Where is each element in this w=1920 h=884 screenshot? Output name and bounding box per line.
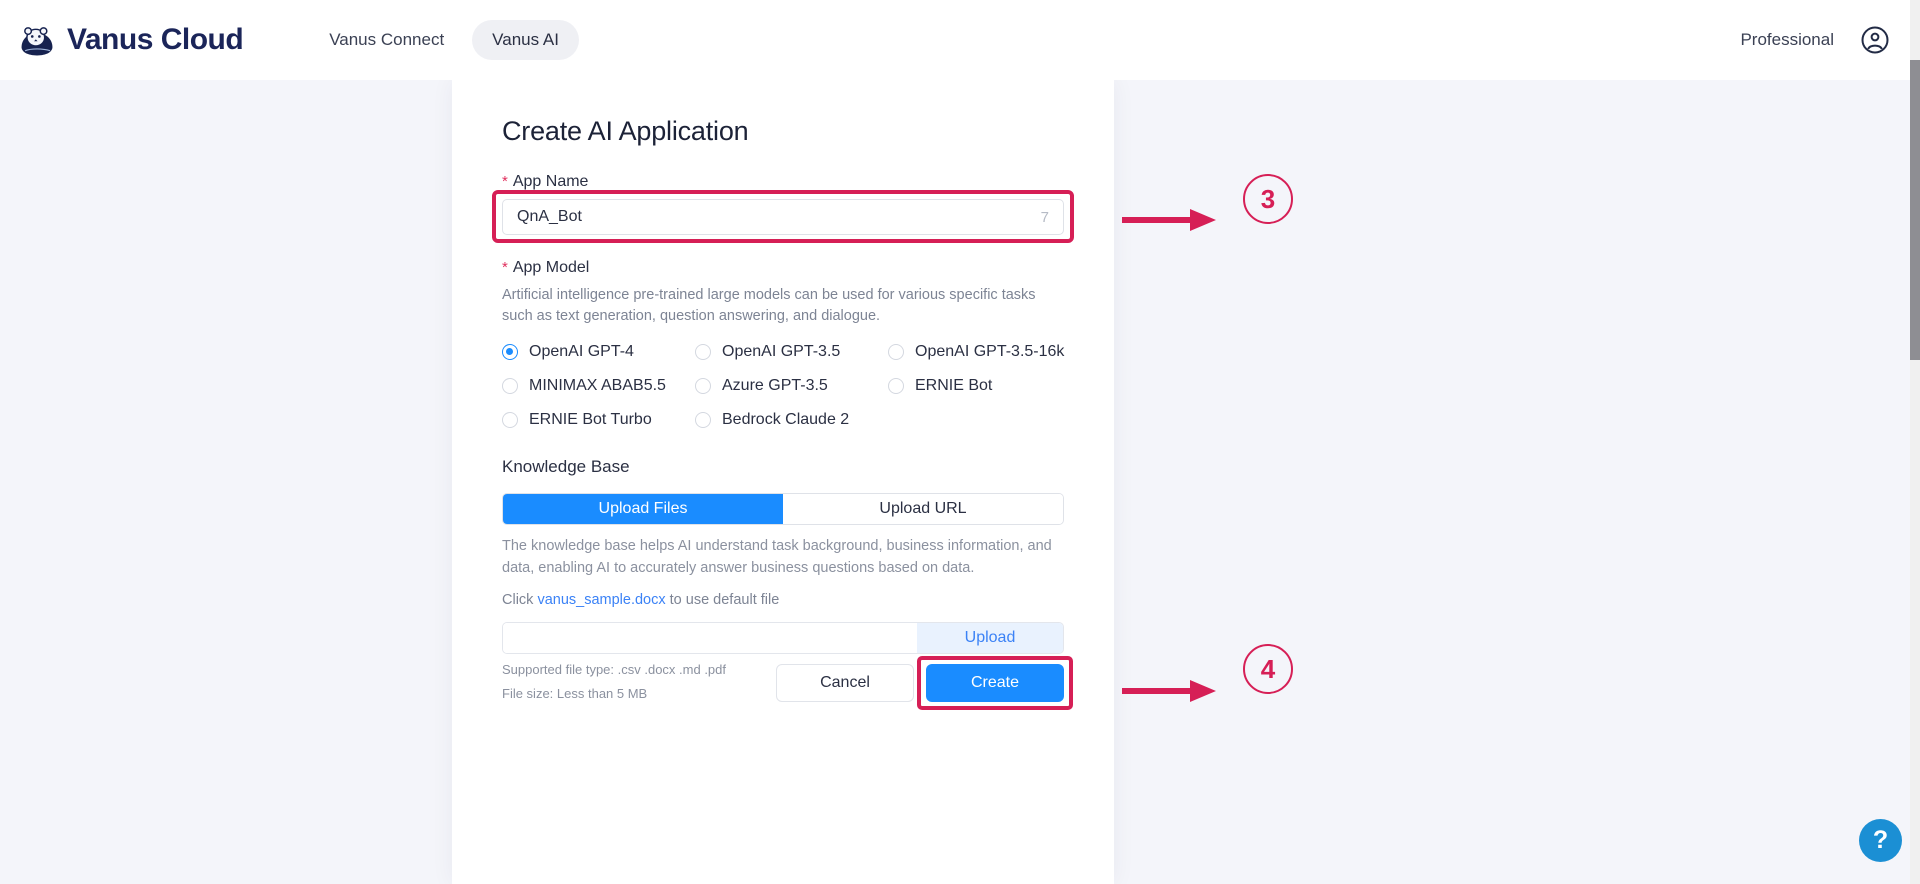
- app-name-value: QnA_Bot: [517, 208, 582, 225]
- tab-upload-url[interactable]: Upload URL: [783, 494, 1063, 525]
- radio-label: MINIMAX ABAB5.5: [529, 377, 666, 395]
- upload-button[interactable]: Upload: [917, 622, 1063, 653]
- brand[interactable]: Vanus Cloud: [18, 21, 244, 59]
- app-name-field-wrap: QnA_Bot 7: [492, 190, 1074, 243]
- app-name-char-counter: 7: [1040, 208, 1049, 226]
- upload-row: Upload: [502, 621, 1064, 654]
- create-button-wrap: Create: [917, 656, 1073, 710]
- radio-label: Azure GPT-3.5: [722, 377, 828, 395]
- user-circle-icon[interactable]: [1860, 25, 1890, 55]
- create-ai-application-card: Create AI Application * App Name QnA_Bot…: [452, 80, 1114, 884]
- radio-indicator-icon: [695, 378, 711, 395]
- header-right: Professional: [1740, 25, 1890, 55]
- page-title: Create AI Application: [502, 116, 749, 146]
- radio-label: Bedrock Claude 2: [722, 411, 850, 429]
- main-nav: Vanus Connect Vanus AI: [309, 20, 579, 60]
- nav-item-vanus-ai[interactable]: Vanus AI: [472, 20, 579, 60]
- radio-indicator-icon: [502, 378, 518, 395]
- radio-label: ERNIE Bot Turbo: [529, 411, 652, 429]
- radio-indicator-icon: [695, 412, 711, 429]
- radio-label: OpenAI GPT-4: [529, 343, 634, 361]
- plan-label: Professional: [1740, 30, 1834, 49]
- app-name-label-text: App Name: [512, 173, 589, 190]
- knowledge-base-tabs: Upload Files Upload URL: [502, 493, 1064, 526]
- app-model-label-text: App Model: [512, 259, 590, 276]
- app-name-label: * App Name: [502, 173, 1064, 191]
- upload-file-input[interactable]: [503, 622, 917, 653]
- sample-file-link[interactable]: vanus_sample.docx: [537, 592, 665, 608]
- radio-azure-gpt-3-5[interactable]: Azure GPT-3.5: [695, 377, 888, 395]
- annotation-arrow-4-icon: [1122, 680, 1216, 702]
- radio-indicator-icon: [502, 344, 518, 361]
- radio-label: OpenAI GPT-3.5: [722, 343, 841, 361]
- radio-ernie-bot[interactable]: ERNIE Bot: [888, 377, 1064, 395]
- knowledge-base-label: Knowledge Base: [502, 457, 630, 477]
- form-actions: Cancel Create: [452, 656, 1114, 710]
- radio-indicator-icon: [888, 344, 904, 361]
- required-marker: *: [502, 259, 508, 276]
- radio-indicator-icon: [695, 344, 711, 361]
- radio-ernie-bot-turbo[interactable]: ERNIE Bot Turbo: [502, 411, 695, 429]
- annotation-step-4-badge: 4: [1243, 644, 1293, 694]
- brand-name: Vanus Cloud: [67, 23, 244, 56]
- vanus-otter-logo-icon: [21, 27, 53, 56]
- tab-upload-files[interactable]: Upload Files: [503, 494, 783, 525]
- knowledge-base-description: The knowledge base helps AI understand t…: [502, 538, 1052, 576]
- nav-item-vanus-connect[interactable]: Vanus Connect: [309, 20, 464, 60]
- radio-indicator-icon: [888, 378, 904, 395]
- required-marker: *: [502, 173, 508, 190]
- help-button[interactable]: ?: [1859, 819, 1902, 862]
- radio-bedrock-claude-2[interactable]: Bedrock Claude 2: [695, 411, 888, 429]
- cancel-button[interactable]: Cancel: [776, 664, 914, 702]
- app-model-radio-group: OpenAI GPT-4 OpenAI GPT-3.5 OpenAI GPT-3…: [502, 343, 1064, 429]
- scrollbar-thumb[interactable]: [1910, 60, 1920, 360]
- app-name-input[interactable]: QnA_Bot 7: [502, 199, 1064, 235]
- annotation-step-3-badge: 3: [1243, 174, 1293, 224]
- grid-filler: [888, 411, 1064, 429]
- radio-label: ERNIE Bot: [915, 377, 993, 395]
- radio-minimax-abab5-5[interactable]: MINIMAX ABAB5.5: [502, 377, 695, 395]
- click-suffix: to use default file: [665, 591, 780, 608]
- page-body: Create AI Application * App Name QnA_Bot…: [0, 80, 1920, 884]
- app-model-description: Artificial intelligence pre-trained larg…: [502, 287, 1036, 325]
- app-model-label: * App Model: [502, 259, 1064, 277]
- radio-openai-gpt-3-5[interactable]: OpenAI GPT-3.5: [695, 343, 888, 361]
- click-prefix: Click: [502, 591, 538, 608]
- radio-indicator-icon: [502, 412, 518, 429]
- radio-openai-gpt-4[interactable]: OpenAI GPT-4: [502, 343, 695, 361]
- create-button[interactable]: Create: [926, 664, 1064, 702]
- annotation-arrow-3-icon: [1122, 209, 1216, 231]
- default-file-line: Click vanus_sample.docx to use default f…: [502, 592, 1064, 608]
- app-header: Vanus Cloud Vanus Connect Vanus AI Profe…: [0, 0, 1920, 80]
- radio-openai-gpt-3-5-16k[interactable]: OpenAI GPT-3.5-16k: [888, 343, 1064, 361]
- radio-label: OpenAI GPT-3.5-16k: [915, 343, 1065, 361]
